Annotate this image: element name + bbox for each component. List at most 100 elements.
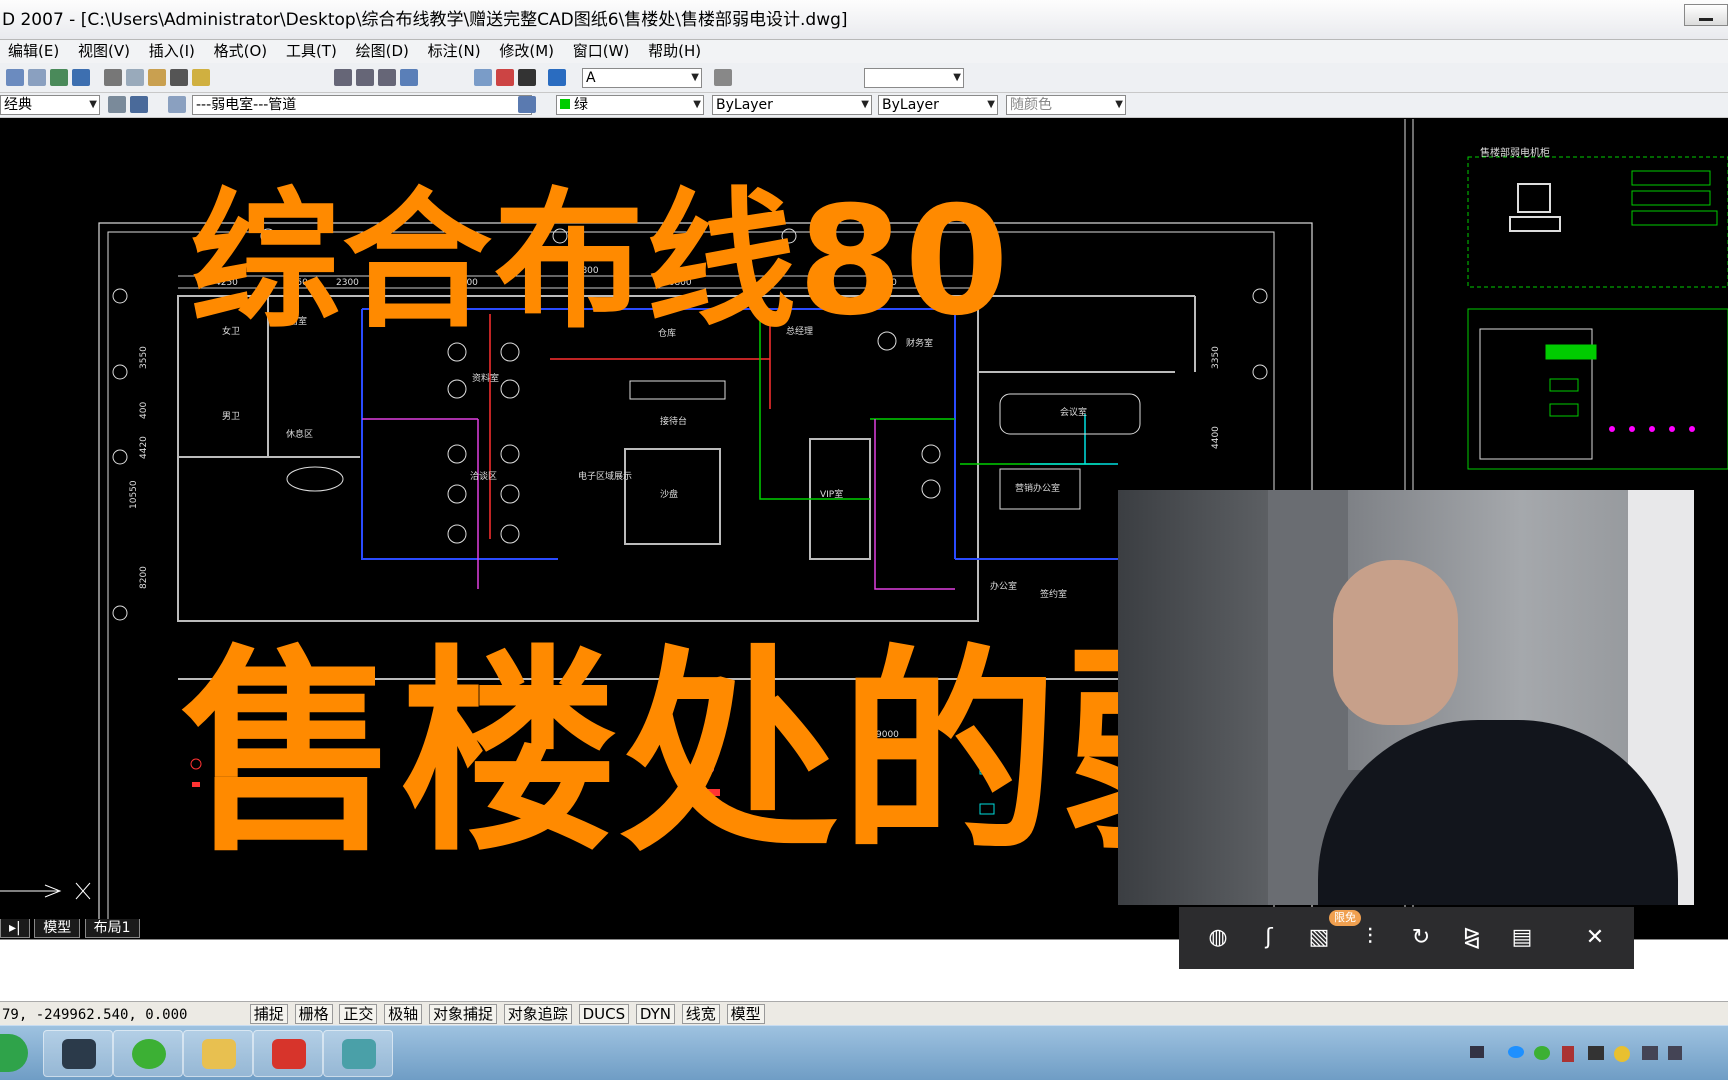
room-label-male-wc: 男卫 [222, 411, 240, 422]
mirror-icon[interactable]: ⧎ [1459, 925, 1485, 951]
menu-edit[interactable]: 编辑(E) [2, 40, 65, 63]
beauty-filter-icon[interactable]: ʃ [1256, 925, 1282, 951]
menu-tools[interactable]: 工具(T) [280, 40, 343, 63]
match-properties-icon[interactable] [170, 69, 188, 86]
markup-icon[interactable] [496, 69, 514, 86]
linetype-select[interactable]: ByLayer [712, 95, 872, 115]
menu-bar: 编辑(E) 视图(V) 插入(I) 格式(O) 工具(T) 绘图(D) 标注(N… [0, 40, 1728, 63]
lineweight-select[interactable]: ByLayer [878, 95, 998, 115]
workspace-settings-icon[interactable] [108, 96, 126, 113]
subtitle-icon[interactable]: ▤ [1509, 925, 1535, 951]
room-label-reception: 接待台 [660, 415, 687, 427]
menu-view[interactable]: 视图(V) [72, 40, 136, 63]
color-value: 绿 [574, 97, 588, 113]
qq-tray-icon[interactable] [1614, 1046, 1630, 1062]
text-style-value: A [586, 70, 596, 86]
tool-palette-icon[interactable] [474, 69, 492, 86]
table-style-select[interactable] [864, 68, 964, 88]
snap-toggle[interactable]: 捕捉 [249, 1004, 288, 1024]
properties-icon[interactable] [400, 69, 418, 86]
rotate-icon[interactable]: ↻ [1408, 925, 1434, 951]
linetype-value: ByLayer [716, 97, 773, 113]
text-style-select[interactable]: A [582, 68, 702, 88]
grid-toggle[interactable]: 栅格 [294, 1004, 333, 1024]
camera-app[interactable] [43, 1030, 113, 1077]
chat-bubbles-icon[interactable]: ◍ [1205, 925, 1231, 951]
menu-dimension[interactable]: 标注(N) [422, 40, 487, 63]
camera-tray-icon[interactable] [1588, 1046, 1604, 1060]
ucs-icon [0, 882, 91, 900]
autocad-app[interactable] [323, 1030, 393, 1077]
menu-modify[interactable]: 修改(M) [493, 40, 560, 63]
dim-3550: 3550 [139, 346, 149, 369]
room-label-signing: 签约室 [1040, 588, 1067, 600]
dimstyle-icon[interactable] [714, 69, 732, 86]
osnap-toggle[interactable]: 对象捕捉 [428, 1004, 497, 1024]
workspace-save-icon[interactable] [130, 96, 148, 113]
camera-icon [62, 1039, 96, 1069]
ortho-toggle[interactable]: 正交 [339, 1004, 378, 1024]
plotstyle-select[interactable]: 随颜色 [1006, 95, 1126, 115]
paste-icon[interactable] [148, 69, 166, 86]
print-icon[interactable] [6, 69, 24, 86]
room-label-archive: 资料室 [472, 372, 499, 384]
adjust-icon[interactable]: ⫶ [1357, 925, 1383, 951]
brush-icon[interactable] [192, 69, 210, 86]
window-titlebar[interactable]: D 2007 - [C:\Users\Administrator\Desktop… [0, 0, 1728, 40]
polar-toggle[interactable]: 极轴 [384, 1004, 423, 1024]
menu-insert[interactable]: 插入(I) [143, 40, 201, 63]
layer-select[interactable]: ---弱电室---管道 [192, 95, 532, 115]
right-panel-title: 售楼部弱电机柜 [1480, 146, 1550, 159]
lineweight-toggle[interactable]: 线宽 [681, 1004, 720, 1024]
system-tray[interactable] [1470, 1046, 1710, 1062]
ducs-toggle[interactable]: DUCS [578, 1004, 630, 1024]
cut-icon[interactable] [104, 69, 122, 86]
file-explorer-app[interactable] [183, 1030, 253, 1077]
wechat-app[interactable] [113, 1030, 183, 1077]
tab-model[interactable]: 模型 [34, 919, 81, 938]
plot-preview-icon[interactable] [28, 69, 46, 86]
start-button[interactable] [0, 1034, 28, 1072]
otrack-toggle[interactable]: 对象追踪 [503, 1004, 572, 1024]
zoom-window-icon[interactable] [356, 69, 374, 86]
menu-help[interactable]: 帮助(H) [642, 40, 707, 63]
help-icon[interactable] [548, 69, 566, 86]
volume-icon[interactable] [1668, 1046, 1682, 1060]
menu-window[interactable]: 窗口(W) [567, 40, 636, 63]
taskbar [0, 1025, 1728, 1080]
calculator-icon[interactable] [518, 69, 536, 86]
tab-layout1[interactable]: 布局1 [84, 919, 140, 938]
publish-icon[interactable] [50, 69, 68, 86]
wechat-tray-icon[interactable] [1534, 1046, 1550, 1060]
tab-nav-arrow[interactable]: ▸| [0, 919, 30, 938]
app-tray-icon[interactable] [1562, 1046, 1574, 1062]
folder-icon [202, 1039, 236, 1069]
furniture [286, 331, 1141, 544]
menu-draw[interactable]: 绘图(D) [350, 40, 415, 63]
cloud-icon[interactable] [1508, 1046, 1524, 1058]
lineweight-value: ByLayer [882, 97, 939, 113]
menu-format[interactable]: 格式(O) [208, 40, 274, 63]
close-icon[interactable]: ✕ [1582, 925, 1608, 951]
keyboard-icon[interactable] [1470, 1046, 1484, 1058]
layer-previous-icon[interactable] [518, 96, 536, 113]
autocad-icon [342, 1039, 376, 1069]
background-icon[interactable]: ▧ [1306, 925, 1332, 951]
copy-icon[interactable] [126, 69, 144, 86]
layer-manager-icon[interactable] [168, 96, 186, 113]
plot-icon[interactable] [72, 69, 90, 86]
cyan-circuit [1030, 414, 1118, 465]
network-icon[interactable] [1642, 1046, 1658, 1060]
room-label-office: 办公室 [990, 580, 1017, 592]
color-select[interactable]: 绿 [556, 95, 704, 115]
dim-3350: 3350 [1211, 346, 1221, 369]
dyn-toggle[interactable]: DYN [635, 1004, 675, 1024]
dim-10550: 10550 [129, 480, 139, 509]
workspace-select[interactable]: 经典 [0, 95, 100, 115]
model-toggle[interactable]: 模型 [726, 1004, 765, 1024]
zoom-previous-icon[interactable] [378, 69, 396, 86]
color-swatch-icon [560, 99, 570, 109]
wps-app[interactable] [253, 1030, 323, 1077]
zoom-icon[interactable] [334, 69, 352, 86]
minimize-button[interactable] [1684, 4, 1728, 26]
